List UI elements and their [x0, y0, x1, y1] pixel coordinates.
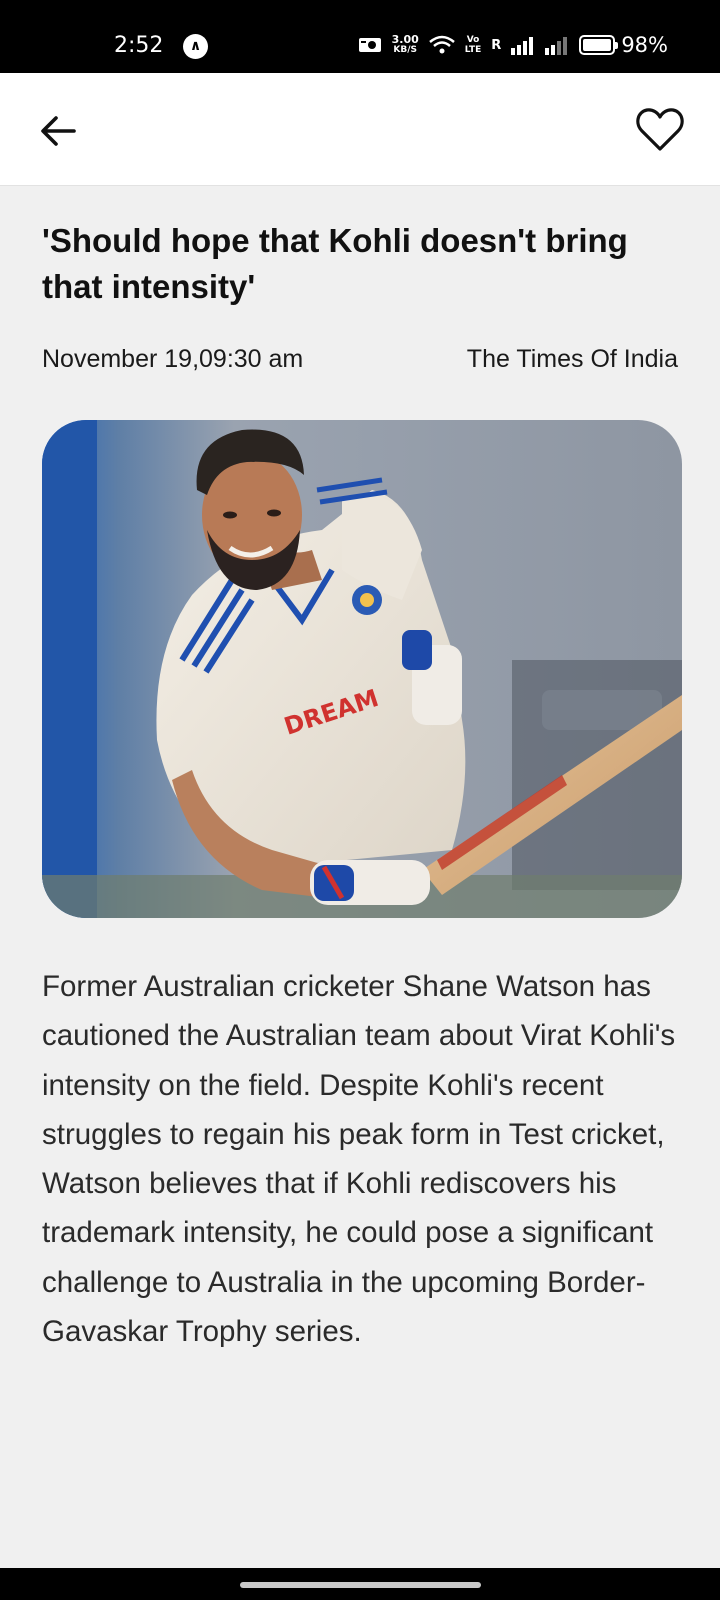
article-date: November 19,09:30 am [42, 345, 304, 373]
data-saver-icon [358, 38, 381, 52]
network-speed: 3.00 KB/S [392, 34, 419, 56]
article-title: 'Should hope that Kohli doesn't bring th… [42, 222, 628, 305]
volte-top: Vo [466, 35, 480, 45]
article-body: Former Australian cricketer Shane Watson… [42, 970, 676, 1349]
favorite-button[interactable] [634, 104, 686, 154]
article-photo: DREAM [42, 420, 682, 918]
arrow-left-icon [41, 116, 76, 146]
battery-indicator: 98% [579, 33, 668, 57]
home-gesture-handle[interactable] [240, 1582, 481, 1588]
back-button[interactable] [34, 106, 84, 156]
signal-icon-sim1 [511, 37, 534, 55]
roaming-indicator: R [491, 37, 502, 53]
battery-icon [579, 35, 619, 55]
signal-icon-sim2 [545, 37, 568, 55]
article-source[interactable]: The Times Of India [467, 343, 678, 375]
battery-fill [583, 39, 611, 51]
status-time: 2:52 [114, 33, 164, 58]
battery-percent: 98% [621, 33, 668, 57]
article-image: DREAM [42, 420, 682, 918]
volte-indicator: Vo LTE [465, 35, 482, 55]
status-icons: 3.00 KB/S Vo LTE R 98% [358, 30, 668, 60]
network-speed-value: 3.00 [391, 33, 419, 46]
app-bar [0, 73, 720, 186]
status-bar: 2:52 ∧ 3.00 KB/S Vo LTE R 98% [0, 0, 720, 73]
network-speed-unit: KB/S [393, 45, 417, 55]
wifi-icon [428, 35, 455, 54]
volte-bottom: LTE [464, 45, 482, 55]
heart-outline-icon [636, 108, 684, 151]
notification-app-icon: ∧ [183, 34, 208, 59]
